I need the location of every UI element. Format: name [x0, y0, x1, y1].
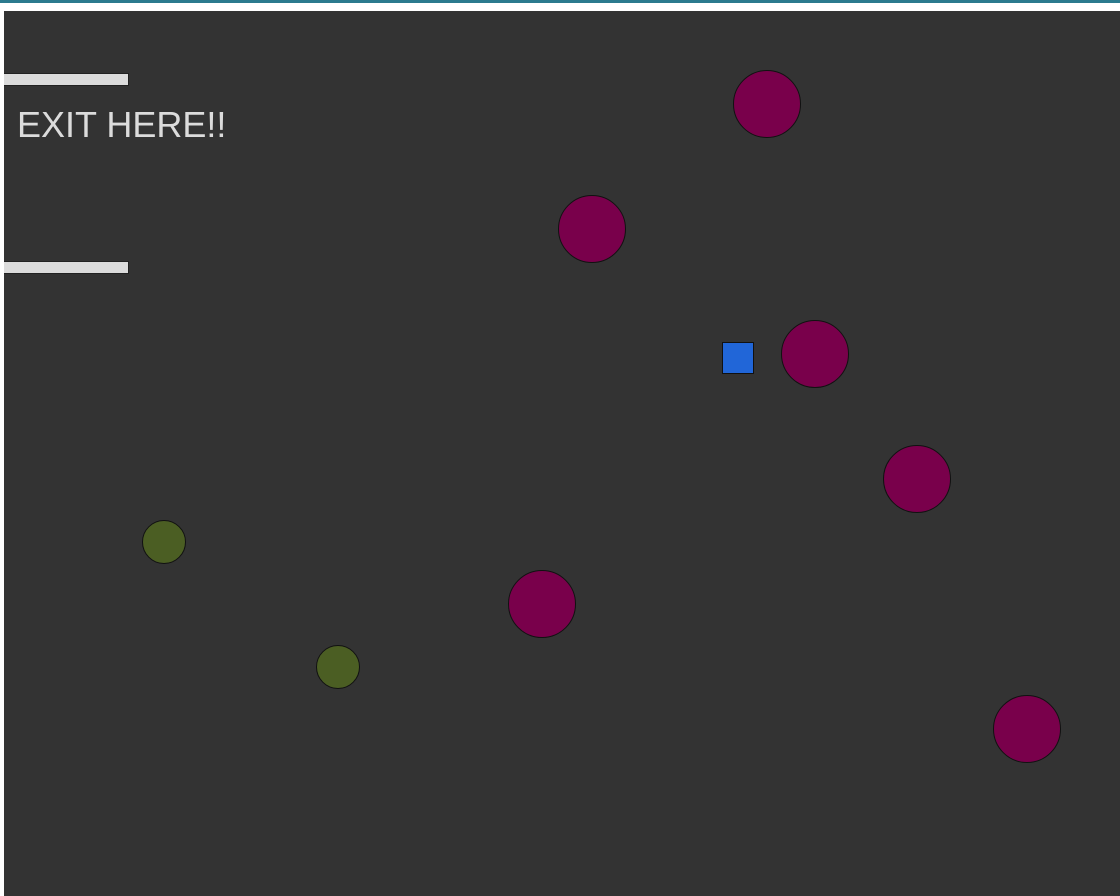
- enemy-circle: [781, 320, 849, 388]
- game-canvas[interactable]: EXIT HERE!!: [4, 11, 1120, 896]
- player-square[interactable]: [722, 342, 754, 374]
- enemy-circle: [558, 195, 626, 263]
- coin-circle: [316, 645, 360, 689]
- exit-wall-bottom: [4, 261, 129, 274]
- exit-label: EXIT HERE!!: [17, 104, 227, 145]
- enemy-circle: [733, 70, 801, 138]
- coin-circle: [142, 520, 186, 564]
- enemy-circle: [883, 445, 951, 513]
- enemy-circle: [508, 570, 576, 638]
- enemy-circle: [993, 695, 1061, 763]
- exit-wall-top: [4, 73, 129, 86]
- window-top-border: [0, 0, 1120, 3]
